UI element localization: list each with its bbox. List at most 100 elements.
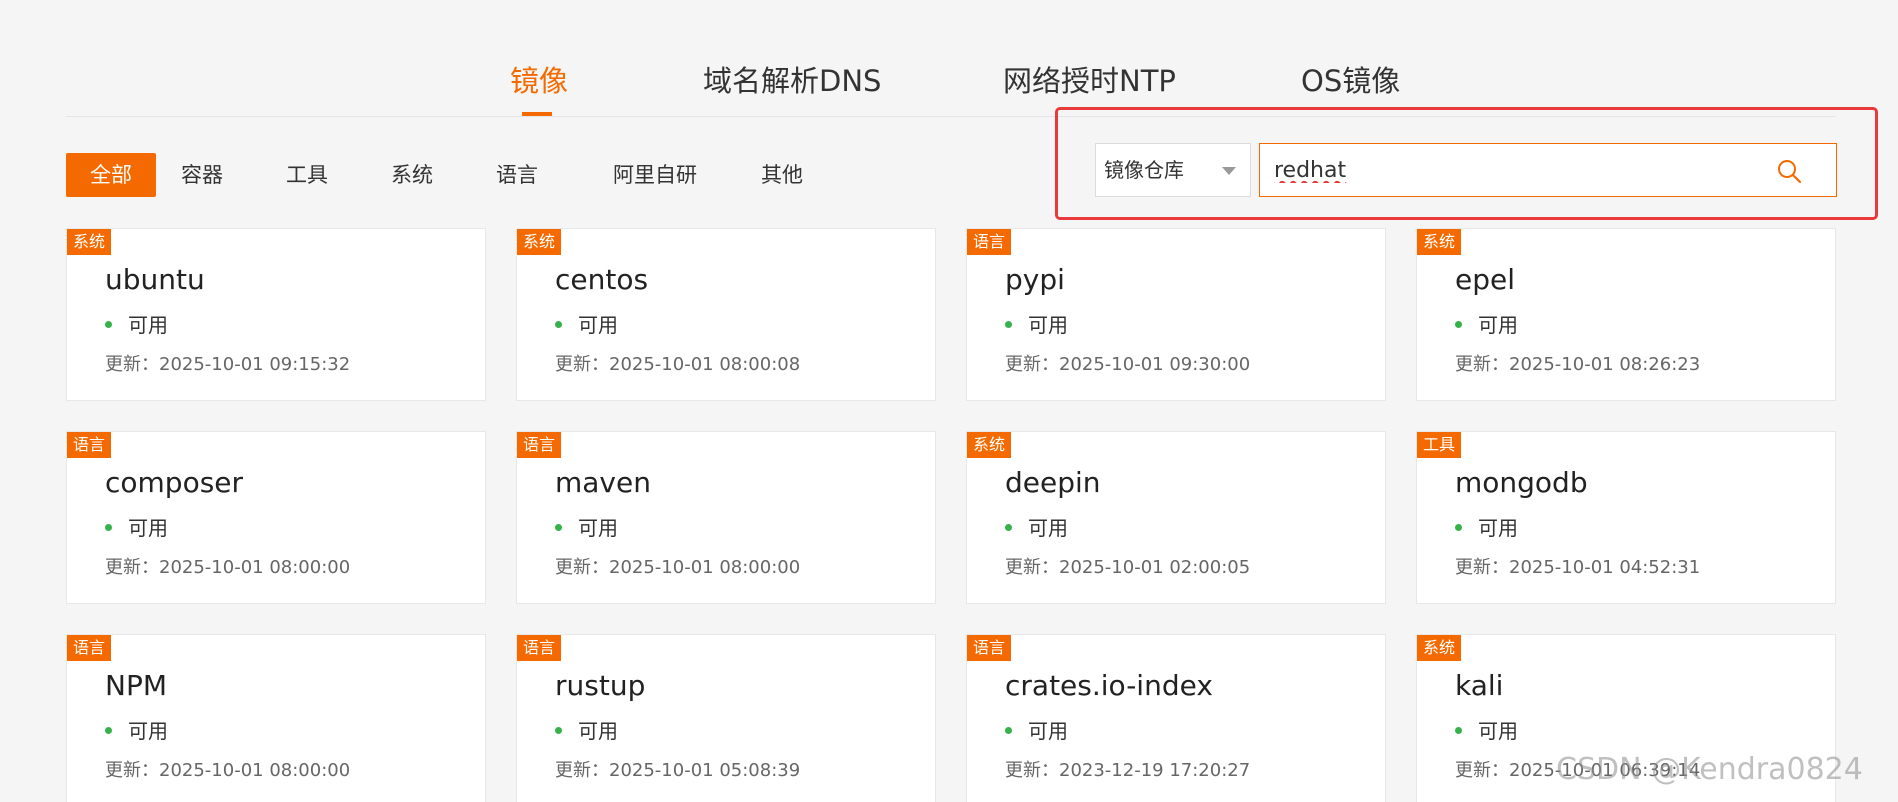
filter-system[interactable]: 系统 <box>382 153 442 197</box>
tab-mirror[interactable]: 镜像 <box>510 58 568 100</box>
updated-time: 更新：2025-10-01 08:00:00 <box>105 557 351 578</box>
updated-time: 更新：2025-10-01 09:15:32 <box>105 354 351 375</box>
mirror-card[interactable]: 语言 pypi 可用 更新：2025-10-01 09:30:00 <box>966 228 1386 401</box>
category-tag: 语言 <box>67 635 112 661</box>
status-label: 可用 <box>1478 719 1518 743</box>
mirror-status: 可用 <box>105 512 168 541</box>
mirror-status: 可用 <box>555 309 618 338</box>
status-dot-icon <box>555 524 562 531</box>
status-label: 可用 <box>578 313 618 337</box>
mirror-status: 可用 <box>1005 512 1068 541</box>
mirror-status: 可用 <box>1455 309 1518 338</box>
status-dot-icon <box>1005 321 1012 328</box>
mirror-status: 可用 <box>1455 715 1518 744</box>
category-tag: 工具 <box>1417 432 1462 458</box>
updated-time: 更新：2025-10-01 02:00:05 <box>1005 557 1251 578</box>
status-label: 可用 <box>1478 516 1518 540</box>
mirror-card[interactable]: 语言 composer 可用 更新：2025-10-01 08:00:00 <box>66 431 486 604</box>
mirror-name[interactable]: ubuntu <box>105 263 205 296</box>
status-label: 可用 <box>578 516 618 540</box>
mirror-name[interactable]: maven <box>555 466 651 499</box>
mirror-card[interactable]: 系统 ubuntu 可用 更新：2025-10-01 09:15:32 <box>66 228 486 401</box>
updated-time: 更新：2025-10-01 06:39:14 <box>1455 760 1701 781</box>
mirror-card[interactable]: 系统 kali 可用 更新：2025-10-01 06:39:14 <box>1416 634 1836 802</box>
status-dot-icon <box>555 321 562 328</box>
mirror-name[interactable]: deepin <box>1005 466 1101 499</box>
main-tab-bar: 镜像 域名解析DNS 网络授时NTP OS镜像 <box>0 0 1898 117</box>
mirror-name[interactable]: centos <box>555 263 648 296</box>
status-label: 可用 <box>128 313 168 337</box>
filter-tools[interactable]: 工具 <box>277 153 337 197</box>
filter-aliyun[interactable]: 阿里自研 <box>605 153 705 197</box>
updated-time: 更新：2025-10-01 05:08:39 <box>555 760 801 781</box>
mirror-card[interactable]: 系统 epel 可用 更新：2025-10-01 08:26:23 <box>1416 228 1836 401</box>
mirror-card[interactable]: 语言 rustup 可用 更新：2025-10-01 05:08:39 <box>516 634 936 802</box>
mirror-card[interactable]: 语言 crates.io-index 可用 更新：2023-12-19 17:2… <box>966 634 1386 802</box>
mirror-card[interactable]: 语言 NPM 可用 更新：2025-10-01 08:00:00 <box>66 634 486 802</box>
category-tag: 系统 <box>1417 229 1462 255</box>
mirror-name[interactable]: NPM <box>105 669 167 702</box>
mirror-card[interactable]: 语言 maven 可用 更新：2025-10-01 08:00:00 <box>516 431 936 604</box>
mirror-card[interactable]: 工具 mongodb 可用 更新：2025-10-01 04:52:31 <box>1416 431 1836 604</box>
status-dot-icon <box>1455 727 1462 734</box>
mirror-name[interactable]: pypi <box>1005 263 1065 296</box>
status-label: 可用 <box>1028 516 1068 540</box>
mirror-name[interactable]: rustup <box>555 669 645 702</box>
tab-dns[interactable]: 域名解析DNS <box>703 58 881 100</box>
filter-container[interactable]: 容器 <box>172 153 232 197</box>
category-tag: 语言 <box>967 635 1012 661</box>
category-tag: 系统 <box>967 432 1012 458</box>
mirror-card[interactable]: 系统 deepin 可用 更新：2025-10-01 02:00:05 <box>966 431 1386 604</box>
mirror-name[interactable]: epel <box>1455 263 1515 296</box>
updated-time: 更新：2025-10-01 08:00:08 <box>555 354 801 375</box>
filter-language[interactable]: 语言 <box>487 153 547 197</box>
category-tag: 语言 <box>517 635 562 661</box>
status-dot-icon <box>1005 727 1012 734</box>
status-label: 可用 <box>1028 719 1068 743</box>
status-label: 可用 <box>128 719 168 743</box>
status-dot-icon <box>1005 524 1012 531</box>
mirror-status: 可用 <box>1455 512 1518 541</box>
mirror-name[interactable]: composer <box>105 466 243 499</box>
repo-type-select-value: 镜像仓库 <box>1104 158 1184 182</box>
repo-type-select[interactable]: 镜像仓库 <box>1095 143 1251 197</box>
updated-time: 更新：2025-10-01 08:00:00 <box>555 557 801 578</box>
category-tag: 语言 <box>517 432 562 458</box>
status-dot-icon <box>105 524 112 531</box>
tab-os-mirror[interactable]: OS镜像 <box>1301 58 1400 100</box>
status-label: 可用 <box>128 516 168 540</box>
search-icon[interactable] <box>1776 158 1802 184</box>
mirror-status: 可用 <box>555 715 618 744</box>
tab-ntp[interactable]: 网络授时NTP <box>1003 58 1176 100</box>
status-dot-icon <box>105 727 112 734</box>
category-tag: 语言 <box>67 432 112 458</box>
search-box <box>1259 143 1837 197</box>
status-label: 可用 <box>1478 313 1518 337</box>
status-dot-icon <box>105 321 112 328</box>
category-tag: 语言 <box>967 229 1012 255</box>
category-tag: 系统 <box>517 229 562 255</box>
mirror-name[interactable]: mongodb <box>1455 466 1588 499</box>
mirror-status: 可用 <box>105 715 168 744</box>
mirror-name[interactable]: kali <box>1455 669 1503 702</box>
filter-all[interactable]: 全部 <box>66 153 156 197</box>
search-input[interactable] <box>1260 144 1780 196</box>
updated-time: 更新：2025-10-01 08:26:23 <box>1455 354 1701 375</box>
mirror-status: 可用 <box>1005 309 1068 338</box>
status-label: 可用 <box>578 719 618 743</box>
status-dot-icon <box>555 727 562 734</box>
updated-time: 更新：2025-10-01 09:30:00 <box>1005 354 1251 375</box>
filter-other[interactable]: 其他 <box>752 153 812 197</box>
status-label: 可用 <box>1028 313 1068 337</box>
category-tag: 系统 <box>1417 635 1462 661</box>
mirror-status: 可用 <box>105 309 168 338</box>
mirror-name[interactable]: crates.io-index <box>1005 669 1213 702</box>
mirror-status: 可用 <box>1005 715 1068 744</box>
category-tag: 系统 <box>67 229 112 255</box>
updated-time: 更新：2025-10-01 08:00:00 <box>105 760 351 781</box>
mirror-card[interactable]: 系统 centos 可用 更新：2025-10-01 08:00:08 <box>516 228 936 401</box>
status-dot-icon <box>1455 321 1462 328</box>
status-dot-icon <box>1455 524 1462 531</box>
updated-time: 更新：2023-12-19 17:20:27 <box>1005 760 1251 781</box>
caret-down-icon <box>1222 167 1236 175</box>
